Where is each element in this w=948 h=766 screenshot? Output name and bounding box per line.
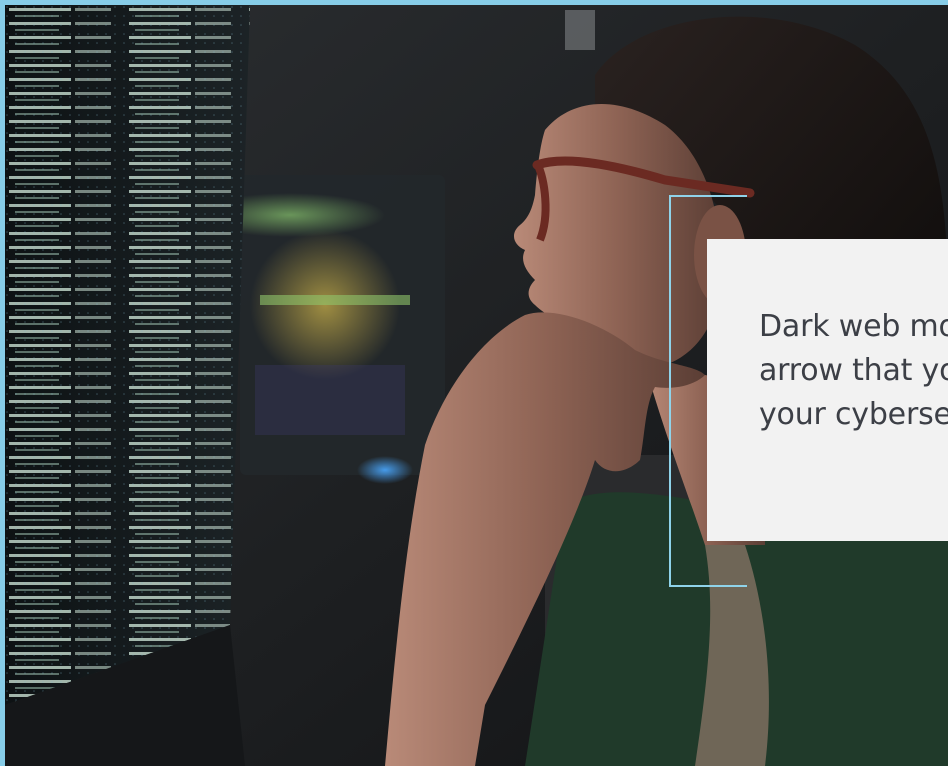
callout-panel: Dark web monitoring arrow that you can y… <box>707 239 948 541</box>
hero-banner: Dark web monitoring arrow that you can y… <box>5 5 948 766</box>
callout-text: Dark web monitoring arrow that you can y… <box>759 309 948 432</box>
